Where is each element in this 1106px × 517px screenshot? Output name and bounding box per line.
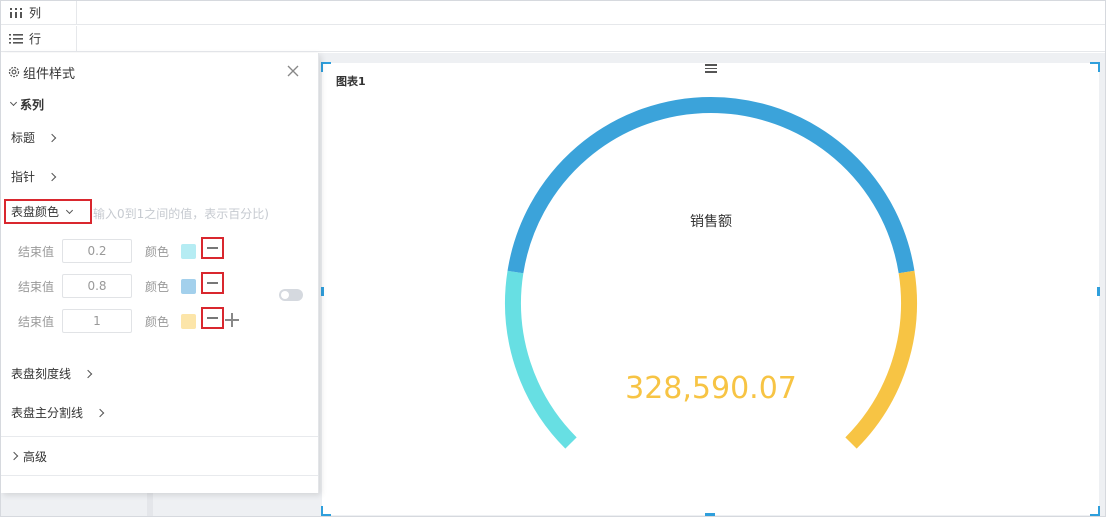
menu-item-dial-ticks[interactable]: 表盘刻度线 xyxy=(11,365,93,382)
columns-shelf[interactable]: 列 xyxy=(1,1,1105,25)
menu-item-dial-split-label: 表盘主分割线 xyxy=(11,406,84,420)
gear-icon xyxy=(8,66,20,78)
columns-shelf-label: 列 xyxy=(1,1,77,24)
gauge-band-0 xyxy=(505,270,577,449)
columns-drop-zone[interactable] xyxy=(77,1,1105,24)
chevron-down-icon xyxy=(9,98,18,107)
component-style-panel: 组件样式 系列 标题 指针 表盘颜色 输入0到1之间的值，表示百分比) 结束值 xyxy=(1,53,319,493)
color-range-row: 结束值 颜色 xyxy=(18,274,196,298)
end-value-input[interactable] xyxy=(62,239,132,263)
resize-handle-right[interactable] xyxy=(1097,287,1100,296)
chart-card[interactable]: 图表1 销售额 328,590.07 xyxy=(321,62,1100,516)
color-range-row: 结束值 颜色 xyxy=(18,309,196,333)
rows-drop-zone[interactable] xyxy=(77,26,1105,51)
columns-icon xyxy=(10,7,22,18)
remove-range-button[interactable] xyxy=(201,237,224,259)
rows-label: 行 xyxy=(29,32,42,46)
chevron-right-icon xyxy=(95,408,105,417)
end-value-label: 结束值 xyxy=(18,314,55,329)
close-icon[interactable] xyxy=(286,64,300,78)
toggle-switch[interactable] xyxy=(279,289,303,301)
dial-color-dropdown[interactable]: 表盘颜色 xyxy=(4,199,92,224)
resize-handle-left[interactable] xyxy=(321,287,324,296)
app-root: 列 行 图表1 销售额 328,590.07 组件样式 系列 标题 指针 表盘颜… xyxy=(0,0,1106,517)
color-swatch[interactable] xyxy=(181,243,196,259)
color-range-row: 结束值 颜色 xyxy=(18,239,196,263)
remove-range-button[interactable] xyxy=(201,272,224,294)
color-label: 颜色 xyxy=(145,244,170,259)
resize-handle-bottom-left[interactable] xyxy=(321,506,331,516)
panel-title: 组件样式 xyxy=(23,66,76,82)
gauge-band-2 xyxy=(845,270,917,449)
add-range-button[interactable] xyxy=(225,313,239,327)
columns-label: 列 xyxy=(29,6,42,20)
resize-handle-top-left[interactable] xyxy=(321,62,331,72)
color-label: 颜色 xyxy=(145,314,170,329)
remove-range-button[interactable] xyxy=(201,307,224,329)
color-swatch[interactable] xyxy=(181,313,196,329)
chevron-right-icon xyxy=(47,133,57,142)
end-value-input[interactable] xyxy=(62,309,132,333)
divider xyxy=(1,475,318,476)
menu-item-title-label: 标题 xyxy=(11,131,36,145)
section-series-toggle[interactable]: 系列 xyxy=(1,91,44,117)
rows-shelf[interactable]: 行 xyxy=(1,26,1105,52)
gauge-chart: 销售额 328,590.07 xyxy=(505,97,917,449)
panel-header: 组件样式 xyxy=(1,53,318,91)
chevron-right-icon xyxy=(83,369,93,378)
end-value-input[interactable] xyxy=(62,274,132,298)
menu-item-dial-split[interactable]: 表盘主分割线 xyxy=(11,404,105,421)
section-advanced-toggle[interactable]: 高级 xyxy=(1,443,47,469)
resize-handle-bottom-right[interactable] xyxy=(1090,506,1100,516)
end-value-label: 结束值 xyxy=(18,279,55,294)
menu-item-pointer[interactable]: 指针 xyxy=(11,168,57,185)
section-advanced-label: 高级 xyxy=(23,449,48,464)
dial-color-hint: 输入0到1之间的值，表示百分比) xyxy=(93,207,269,221)
chevron-right-icon xyxy=(47,172,57,181)
end-value-label: 结束值 xyxy=(18,244,55,259)
chevron-down-icon xyxy=(65,206,74,214)
gauge-value: 328,590.07 xyxy=(625,371,797,406)
color-label: 颜色 xyxy=(145,279,170,294)
gauge-series-label: 销售额 xyxy=(690,214,732,230)
resize-handle-bottom[interactable] xyxy=(705,513,715,516)
dial-color-label: 表盘颜色 xyxy=(11,205,60,219)
menu-item-pointer-label: 指针 xyxy=(11,170,36,184)
rows-shelf-label: 行 xyxy=(1,26,77,51)
menu-item-dial-ticks-label: 表盘刻度线 xyxy=(11,367,72,381)
divider xyxy=(1,436,318,437)
color-swatch[interactable] xyxy=(181,278,196,294)
resize-handle-top-right[interactable] xyxy=(1090,62,1100,72)
chevron-right-icon xyxy=(9,451,19,461)
gauge-band-1 xyxy=(507,97,915,274)
rows-icon xyxy=(9,33,23,44)
section-series-label: 系列 xyxy=(20,97,45,112)
menu-item-title[interactable]: 标题 xyxy=(11,129,57,146)
